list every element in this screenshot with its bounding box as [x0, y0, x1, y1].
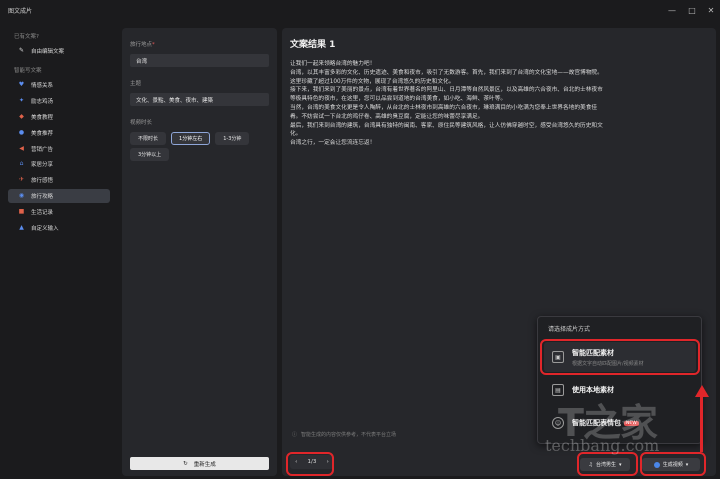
sidebar-item-label: 家居分享 — [31, 162, 54, 169]
close-button[interactable]: ✕ — [704, 3, 718, 17]
sidebar-item-label: 自定义输入 — [31, 226, 59, 233]
annotation-arrow — [700, 395, 703, 452]
result-line: 化。 — [290, 131, 302, 138]
sidebar-item-label: 美食推荐 — [31, 130, 54, 137]
window-title: 图文成片 — [8, 7, 33, 15]
popup-title: 请选择成片方式 — [548, 326, 591, 333]
sidebar-item-label: 情感关系 — [31, 83, 54, 89]
result-line: 等极具特色的夜市，在这里，您可以品尝到道地的台湾美食，如小吃、海鲜、茶叶等。 — [290, 96, 507, 103]
regenerate-label: 重新生成 — [193, 461, 216, 468]
sidebar-item-label: 美食教程 — [31, 114, 54, 121]
title-bar: 图文成片 — [0, 0, 720, 20]
watermark-text: techbang.com — [545, 436, 660, 455]
regenerate-button[interactable]: ↻ 重新生成 — [130, 457, 269, 470]
result-line: 台湾，以其丰富多彩的文化、历史遗迹、美食和夜市，吸引了无数游客。首先，我们来到了… — [290, 69, 603, 76]
highlight-smart-match — [540, 339, 700, 375]
sidebar-item-4[interactable]: ● 美食推荐 — [8, 126, 110, 140]
result-line: 当然，台湾的美食文化更是令人陶醉，从台北的士林夜市到高雄的六合夜市，琳琅满目的小… — [290, 104, 598, 111]
sidebar-item-7[interactable]: ✈ 旅行感悟 — [8, 173, 110, 187]
food-recommend-icon: ● — [18, 128, 25, 136]
life-icon: ■ — [18, 208, 25, 216]
result-line: 台湾之行，一定会让您流连忘返！ — [290, 140, 376, 147]
highlight-generate — [640, 452, 706, 476]
result-line: 这里珍藏了超过100万件的文物，展现了台湾悠久的历史和文化。 — [290, 78, 455, 85]
travel-icon: ✈ — [18, 176, 25, 184]
food-icon: ◆ — [19, 112, 24, 120]
sidebar-item-9[interactable]: ■ 生活记录 — [8, 205, 110, 219]
pencil-icon: ✎ — [18, 47, 25, 54]
app-window: 图文成片 — □ ✕ 已有文案? ✎ 自由编辑文案 智能写文案 ♥ 情感关系 ✦ 励志… — [0, 0, 720, 479]
sidebar-item-free-edit[interactable]: ✎ 自由编辑文案 — [8, 44, 110, 58]
result-line: 让我们一起来领略台湾的魅力吧！ — [290, 61, 376, 67]
globe-icon: ◉ — [18, 192, 25, 200]
sidebar-item-label: 旅行攻略 — [31, 194, 54, 201]
result-line: 肴。不妨尝试一下台北的鸡仔卷、高雄的臭豆腐，定能让您的味蕾尽享满足。 — [290, 113, 484, 120]
duration-chip[interactable]: 1分钟左右 — [171, 132, 211, 145]
home-icon: ⌂ — [19, 160, 24, 168]
sidebar-section-recent: 已有文案? — [14, 34, 39, 40]
sidebar-item-10[interactable]: ▲ 自定义输入 — [8, 221, 110, 235]
sidebar-item-label: 营销广告 — [31, 146, 54, 153]
sidebar-section-smart: 智能写文案 — [14, 68, 42, 74]
location-label: 旅行地点* — [130, 42, 155, 48]
maximize-button[interactable]: □ — [685, 3, 699, 17]
duration-chip[interactable]: 1-3分钟 — [215, 132, 250, 145]
result-line: 接下来，我们来到了美丽的景点，台湾有着世界著名的阿里山、日月潭等自然风景区，以及… — [290, 87, 603, 94]
highlight-voice — [577, 452, 638, 476]
sidebar: 已有文案? ✎ 自由编辑文案 智能写文案 ♥ 情感关系 ✦ 励志鸡汤 ◆ 美食教程 ● 美食推… — [0, 22, 118, 479]
settings-panel: 旅行地点* 台湾 主题 文化、景點、美食、夜市、建築 视频时长 不限时长 1分钟左… — [122, 28, 277, 476]
fitness-icon: ✦ — [18, 96, 25, 104]
annotation-arrow-head — [695, 385, 709, 397]
sidebar-item-label: 旅行感悟 — [31, 178, 54, 185]
highlight-pager — [286, 452, 334, 476]
minimize-button[interactable]: — — [665, 3, 679, 17]
sidebar-list: ♥ 情感关系 ✦ 励志鸡汤 ◆ 美食教程 ● 美食推荐 ◀ 营销广告 ⌂ 家居分享 ✈ 旅行感悟 ◉ 旅行攻略… — [8, 78, 110, 235]
duration-chip[interactable]: 不限时长 — [130, 132, 167, 145]
location-input[interactable]: 台湾 — [130, 54, 269, 67]
result-title: 文案结果 1 — [290, 40, 336, 50]
heart-people-icon: ♥ — [18, 81, 25, 88]
sidebar-item-3[interactable]: ◆ 美食教程 — [8, 110, 110, 124]
sidebar-item-1[interactable]: ♥ 情感关系 — [8, 78, 110, 92]
sidebar-item-label: 励志鸡汤 — [31, 98, 54, 105]
custom-input-icon: ▲ — [19, 224, 24, 232]
info-icon: ⓘ — [292, 432, 298, 438]
sidebar-item-5[interactable]: ◀ 营销广告 — [8, 142, 110, 156]
theme-label: 主题 — [130, 81, 142, 87]
ai-notice-text: 智能生成的内容仅供参考，不代表平台立场 — [301, 432, 397, 438]
sidebar-item-2[interactable]: ✦ 励志鸡汤 — [8, 94, 110, 108]
refresh-icon: ↻ — [183, 460, 188, 467]
theme-input[interactable]: 文化、景點、美食、夜市、建築 — [130, 93, 269, 106]
sidebar-item-label: 生活记录 — [31, 210, 54, 217]
sidebar-item-6[interactable]: ⌂ 家居分享 — [8, 157, 110, 171]
duration-label: 视频时长 — [130, 120, 153, 126]
sidebar-item-label: 自由编辑文案 — [31, 49, 65, 55]
sidebar-item-8[interactable]: ◉ 旅行攻略 — [8, 189, 110, 204]
ai-notice: ⓘ 智能生成的内容仅供参考，不代表平台立场 — [292, 431, 396, 438]
duration-options: 不限时长 1分钟左右 1-3分钟 3分钟以上 — [130, 132, 269, 161]
megaphone-icon: ◀ — [19, 144, 24, 152]
result-text[interactable]: 让我们一起来领略台湾的魅力吧！ 台湾，以其丰富多彩的文化、历史遗迹、美食和夜市，吸… — [290, 60, 708, 148]
result-line: 最后，我们来到台湾的建筑，台湾具有独特的闽南、客家、原住民等建筑风格，让人仿佛穿… — [290, 122, 603, 129]
duration-chip[interactable]: 3分钟以上 — [130, 148, 170, 161]
